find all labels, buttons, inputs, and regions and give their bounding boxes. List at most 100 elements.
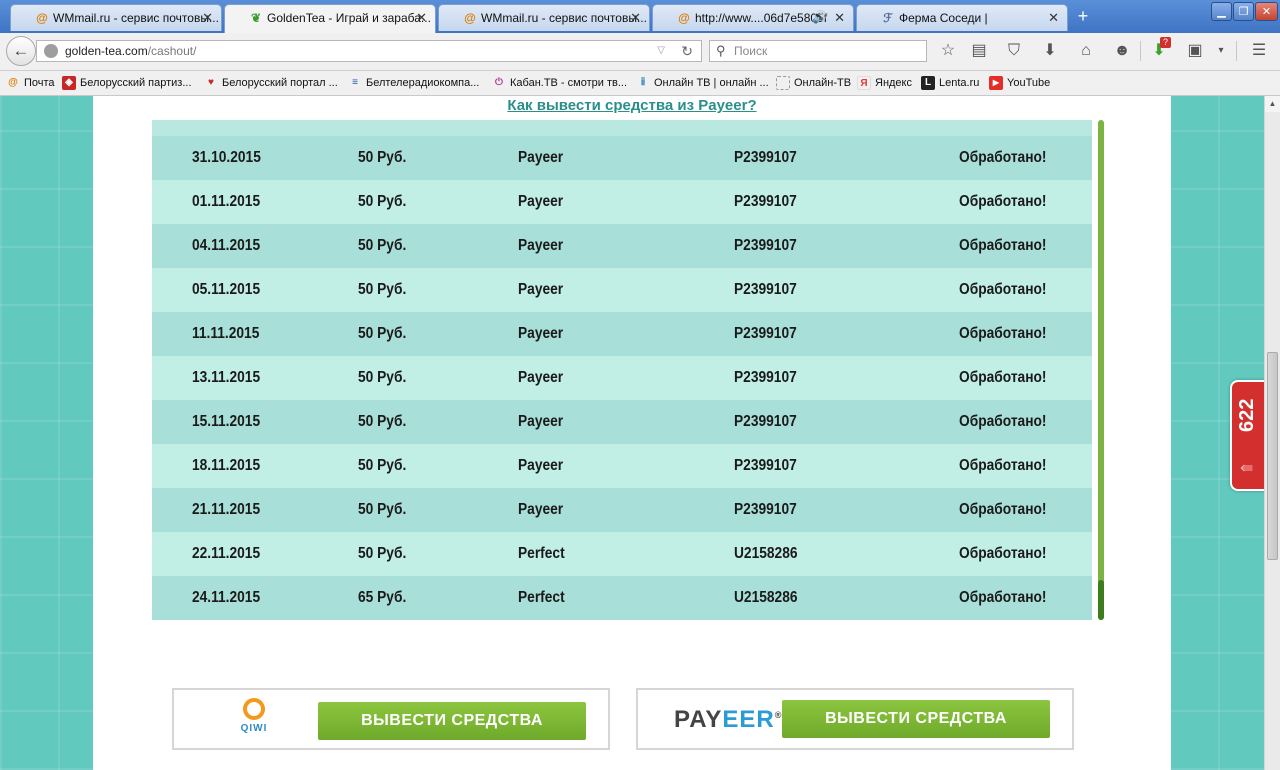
table-scroll-track[interactable] (1098, 120, 1104, 620)
maximize-button[interactable]: ❐ (1233, 2, 1254, 21)
table-row: 21.11.2015 50 Руб. Payeer P2399107 Обработан… (152, 488, 1092, 532)
row-status: Обработано! (959, 193, 1047, 210)
tab-title: Ферма Соседи | (899, 11, 988, 25)
row-date: 04.11.2015 (192, 237, 261, 254)
pocket-icon[interactable]: ⛉ (1003, 41, 1025, 61)
page-scrollbar[interactable]: ▲ (1264, 96, 1280, 770)
qiwi-withdraw-button[interactable]: ВЫВЕСТИ СРЕДСТВА (318, 702, 586, 740)
row-system: Perfect (518, 545, 565, 562)
bookmark-lenta[interactable]: L Lenta.ru (921, 75, 979, 91)
downloads-icon[interactable]: ⬇ (1039, 41, 1061, 61)
reading-list-icon[interactable]: ▤ (968, 41, 990, 61)
bookmark-kaban[interactable]: ⏻ Кабан.ТВ - смотри тв... (492, 75, 627, 91)
tab-wmmail-1[interactable]: @ WMmail.ru - сервис почтовы... ✕ (10, 4, 222, 31)
qiwi-logo: QIWI (236, 698, 272, 734)
bookmark-yandex[interactable]: Я Яндекс (857, 75, 912, 91)
menu-icon[interactable]: ☰ (1248, 41, 1270, 61)
tab-bar: @ WMmail.ru - сервис почтовы... ✕ ❦ Gold… (0, 0, 1280, 33)
bookmark-youtube[interactable]: ▶ YouTube (989, 75, 1050, 91)
row-system: Payeer (518, 457, 564, 474)
row-date: 13.11.2015 (192, 369, 261, 386)
row-account: P2399107 (734, 193, 797, 210)
table-row: 01.11.2015 50 Руб. Payeer P2399107 Обработан… (152, 180, 1092, 224)
bookmark-label: Онлайн-ТВ (794, 77, 852, 89)
close-tab-icon[interactable]: ✕ (202, 10, 213, 26)
share-icon: ⇚ (1240, 460, 1254, 477)
extension-icon[interactable]: ▣ (1184, 41, 1206, 61)
minimize-button[interactable]: ▁ (1211, 2, 1232, 21)
bookmarks-bar: @ Почта ◈ Белорусский партиз... ♥ Белорусск… (0, 71, 1280, 96)
bookmark-beltelerad[interactable]: ≡ Белтелерадиокомпа... (348, 75, 479, 91)
row-date: 24.11.2015 (192, 589, 261, 606)
close-tab-icon[interactable]: ✕ (630, 10, 641, 26)
close-tab-icon[interactable]: ✕ (416, 10, 427, 26)
payeer-help-link[interactable]: Как вывести средства из Payeer? (93, 97, 1171, 114)
table-row: 04.11.2015 50 Руб. Payeer P2399107 Обработан… (152, 224, 1092, 268)
tab-ferma[interactable]: ℱ Ферма Соседи | ✕ (856, 4, 1068, 31)
counter-widget[interactable]: 622 ⇚ (1230, 380, 1266, 491)
url-dropdown-icon[interactable]: ▽ (657, 41, 665, 61)
row-amount: 50 Руб. (358, 193, 407, 210)
payeer-withdraw-button[interactable]: ВЫВЕСТИ СРЕДСТВА (782, 700, 1050, 738)
close-tab-icon[interactable]: ✕ (1048, 10, 1059, 26)
toolbar-divider (1140, 41, 1141, 61)
search-input[interactable]: ⚲ Поиск (709, 40, 927, 62)
bookmark-label: Онлайн ТВ | онлайн ... (654, 77, 769, 89)
bookmark-label: Белтелерадиокомпа... (366, 77, 480, 89)
row-date: 11.11.2015 (192, 325, 260, 342)
bookmark-belportal[interactable]: ♥ Белорусский портал ... (204, 75, 338, 91)
chevron-down-icon[interactable]: ▾ (1210, 41, 1232, 61)
people-icon: ⅱ (640, 77, 646, 88)
table-row: 18.11.2015 50 Руб. Payeer P2399107 Обработан… (152, 444, 1092, 488)
close-tab-icon[interactable]: ✕ (834, 10, 845, 26)
bookmark-star-icon[interactable]: ☆ (937, 41, 959, 61)
lenta-icon: L (921, 76, 935, 90)
bookmark-onlinetv[interactable]: ⅱ Онлайн ТВ | онлайн ... (636, 75, 769, 91)
table-row: 05.11.2015 50 Руб. Payeer P2399107 Обработан… (152, 268, 1092, 312)
row-status: Обработано! (959, 413, 1047, 430)
row-date: 18.11.2015 (192, 457, 261, 474)
page-viewport: Как вывести средства из Payeer? 31.10.20… (0, 96, 1264, 770)
bookmark-belpartisan[interactable]: ◈ Белорусский партиз... (62, 75, 192, 91)
payeer-logo: PAYEER® (674, 706, 782, 734)
bookmark-label: Кабан.ТВ - смотри тв... (510, 77, 627, 89)
bookmark-onlinetv2[interactable]: Онлайн-ТВ (776, 75, 851, 91)
reload-icon[interactable]: ↻ (681, 41, 693, 61)
leaf-icon: ❦ (250, 11, 262, 25)
table-scroll-thumb[interactable] (1098, 580, 1104, 620)
row-status: Обработано! (959, 149, 1047, 166)
window-close-button[interactable]: ✕ (1255, 2, 1278, 21)
row-date: 01.11.2015 (192, 193, 261, 210)
row-status: Обработано! (959, 501, 1047, 518)
bookmark-pochta[interactable]: @ Почта (6, 75, 54, 91)
speaker-icon[interactable]: 🔊 (812, 10, 827, 24)
toolbar-divider (1236, 41, 1237, 61)
row-account: P2399107 (734, 325, 797, 342)
row-system: Payeer (518, 501, 564, 518)
chat-icon[interactable]: ☻ (1111, 41, 1133, 61)
url-path: /cashout/ (147, 44, 197, 58)
download-manager-icon[interactable]: ⬇ ? (1148, 37, 1171, 61)
row-status: Обработано! (959, 589, 1047, 606)
new-tab-button[interactable]: + (1073, 7, 1093, 26)
qiwi-withdraw-panel: QIWI ВЫВЕСТИ СРЕДСТВА (172, 688, 610, 750)
tab-wmmail-2[interactable]: @ WMmail.ru - сервис почтовы... ✕ (438, 4, 650, 31)
home-icon[interactable]: ⌂ (1075, 41, 1097, 61)
page-scroll-thumb[interactable] (1267, 352, 1278, 560)
scroll-up-icon[interactable]: ▲ (1265, 96, 1280, 112)
table-row: 13.11.2015 50 Руб. Payeer P2399107 Обработан… (152, 356, 1092, 400)
payeer-logo-pay: PAY (674, 706, 723, 733)
tab-http[interactable]: @ http://www....06d7e5805f 🔊 ✕ (652, 4, 854, 31)
back-button[interactable]: ← (6, 36, 36, 66)
url-host: golden-tea.com (65, 44, 148, 58)
row-amount: 50 Руб. (358, 369, 407, 386)
tab-goldentea[interactable]: ❦ GoldenTea - Играй и зараба... ✕ (224, 4, 436, 33)
qiwi-logo-icon (243, 698, 265, 720)
url-bar[interactable]: golden-tea.com/cashout/ ▽ ↻ (36, 40, 702, 62)
row-account: P2399107 (734, 281, 797, 298)
row-amount: 50 Руб. (358, 325, 407, 342)
counter-value: 622 (1236, 398, 1258, 432)
row-date: 15.11.2015 (192, 413, 261, 430)
main-content: Как вывести средства из Payeer? 31.10.20… (93, 96, 1171, 770)
table-row: 22.11.2015 50 Руб. Perfect U2158286 Обработа… (152, 532, 1092, 576)
